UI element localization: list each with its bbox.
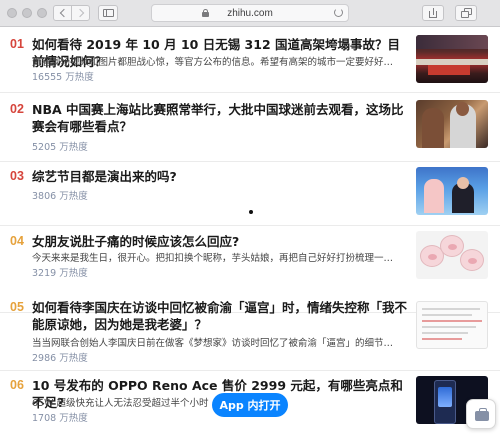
rank-number: 04 [10, 234, 24, 248]
close-window-button[interactable] [7, 8, 17, 18]
rank-number: 06 [10, 378, 24, 392]
sidebar-toggle-button[interactable] [98, 5, 118, 21]
item-excerpt: 65W 超级快充让人无法忍受超过半个小时 [32, 398, 209, 409]
heat-count: 3806 万热度 [32, 191, 88, 202]
heat-count: 2986 万热度 [32, 353, 88, 364]
item-excerpt: 今天来来是我生日，很开心。把扣扣换个昵称，芋头姑娘，再把自己好好打扮梳理一… [32, 253, 394, 264]
item-excerpt: 光看现场视频和图片都胆战心惊，等官方公布的信息。希望有高架的城市一定要好好… [32, 57, 394, 68]
item-title[interactable]: 女朋友说肚子痛的时候应该怎么回应? [32, 233, 407, 250]
item-thumbnail[interactable] [416, 301, 488, 349]
reload-icon[interactable] [334, 8, 343, 17]
lock-icon [202, 9, 209, 17]
browser-toolbar: zhihu.com [0, 0, 500, 27]
url-text: zhihu.com [227, 7, 273, 19]
minimize-window-button[interactable] [22, 8, 32, 18]
heat-count: 16555 万热度 [32, 72, 94, 83]
heat-count: 5205 万热度 [32, 142, 88, 153]
floating-action-button[interactable] [466, 399, 496, 429]
rank-number: 02 [10, 102, 24, 116]
address-bar[interactable]: zhihu.com [151, 4, 349, 22]
item-title[interactable]: NBA 中国赛上海站比赛照常举行，大批中国球迷前去观看，这场比赛会有哪些看点？ [32, 101, 407, 135]
cursor-dot [249, 210, 253, 214]
forward-button[interactable] [71, 5, 90, 21]
rank-number: 01 [10, 37, 24, 51]
briefcase-icon [475, 408, 489, 421]
list-item[interactable]: 05 如何看待李国庆在访谈中回忆被俞渝「逼宫」时，情绪失控称「我不能原谅她，因为… [0, 291, 500, 371]
item-thumbnail[interactable] [416, 231, 488, 279]
forward-icon [75, 8, 84, 18]
list-item[interactable]: 01 如何看待 2019 年 10 月 10 日无锡 312 国道高架垮塌事故？… [0, 28, 500, 93]
tabs-overview-button[interactable] [455, 5, 477, 21]
zoom-window-button[interactable] [37, 8, 47, 18]
item-title[interactable]: 如何看待李国庆在访谈中回忆被俞渝「逼宫」时，情绪失控称「我不能原谅她，因为她是我… [32, 299, 407, 333]
sidebar-icon [103, 9, 114, 17]
heat-count: 1708 万热度 [32, 413, 88, 424]
item-thumbnail[interactable] [416, 35, 488, 83]
list-item[interactable]: 02 NBA 中国赛上海站比赛照常举行，大批中国球迷前去观看，这场比赛会有哪些看… [0, 93, 500, 162]
list-item[interactable]: 03 综艺节目都是演出来的吗? 3806 万热度 [0, 162, 500, 226]
item-title[interactable]: 综艺节目都是演出来的吗? [32, 168, 407, 185]
share-button[interactable] [422, 5, 444, 21]
back-button[interactable] [53, 5, 72, 21]
heat-count: 3219 万热度 [32, 268, 88, 279]
item-excerpt: 当当网联合创始人李国庆日前在做客《梦想家》访谈时回忆了被俞渝「逼宫」的细节… [32, 338, 394, 349]
item-thumbnail[interactable] [416, 100, 488, 148]
rank-number: 03 [10, 169, 24, 183]
open-in-app-button[interactable]: App 内打开 [212, 393, 288, 417]
item-thumbnail[interactable] [416, 167, 488, 215]
rank-number: 05 [10, 300, 24, 314]
back-icon [59, 8, 68, 18]
window-controls [7, 8, 47, 18]
